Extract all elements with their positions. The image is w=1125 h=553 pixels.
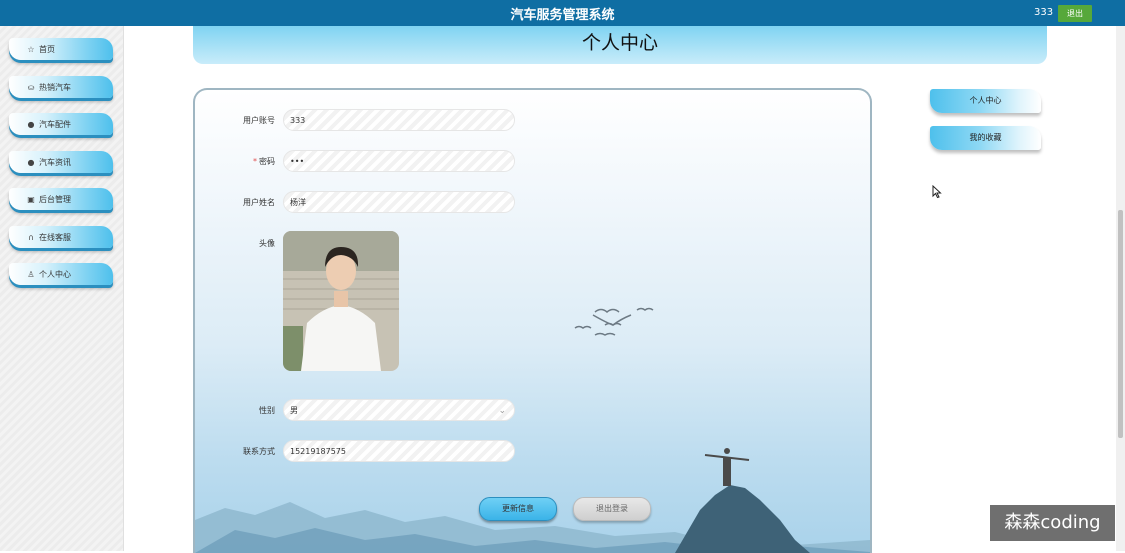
sidebar-item-label: 汽车配件 — [39, 119, 71, 129]
sidebar-item-home[interactable]: ☆ 首页 — [9, 38, 113, 60]
right-menu-profile[interactable]: 个人中心 — [930, 89, 1041, 113]
update-info-button[interactable]: 更新信息 — [479, 497, 557, 521]
phone-label: 联系方式 — [243, 447, 275, 456]
username-label: 用户账号 — [243, 116, 275, 125]
name-field[interactable]: 杨洋 — [283, 191, 515, 213]
sidebar — [0, 26, 124, 551]
sidebar-item-label: 在线客服 — [39, 232, 71, 242]
chevron-down-icon: ⌄ — [498, 406, 506, 416]
sidebar-item-label: 后台管理 — [39, 194, 71, 204]
sidebar-item-label: 个人中心 — [39, 269, 71, 279]
sidebar-item-profile[interactable]: ♙ 个人中心 — [9, 263, 113, 285]
top-bar: 汽车服务管理系统 333 退出 — [0, 0, 1125, 26]
sidebar-item-label: 热销汽车 — [39, 82, 71, 92]
name-label: 用户姓名 — [243, 198, 275, 207]
sidebar-item-parts[interactable]: ● 汽车配件 — [9, 113, 113, 135]
password-field[interactable]: ••• — [283, 150, 515, 172]
gender-value: 男 — [290, 406, 298, 415]
bag-icon: ⛀ — [27, 82, 35, 92]
required-mark: * — [253, 157, 257, 166]
username-field[interactable]: 333 — [283, 109, 515, 131]
sidebar-item-news[interactable]: ● 汽车资讯 — [9, 151, 113, 173]
sidebar-item-hot-cars[interactable]: ⛀ 热销汽车 — [9, 76, 113, 98]
info-icon: ● — [27, 119, 35, 129]
mouse-cursor-icon — [932, 185, 942, 199]
sidebar-item-admin[interactable]: ▣ 后台管理 — [9, 188, 113, 210]
password-label: * 密码 — [195, 156, 275, 167]
password-label-text: 密码 — [259, 157, 275, 166]
headset-icon: ∩ — [28, 232, 34, 242]
username-display: 333 — [1034, 7, 1054, 18]
app-title: 汽车服务管理系统 — [510, 8, 615, 23]
watermark: 森森coding — [990, 505, 1115, 541]
page-header-banner: 个人中心 — [193, 26, 1047, 64]
avatar-image — [283, 231, 399, 371]
logout-button[interactable]: 退出 — [1058, 5, 1092, 22]
sidebar-item-label: 首页 — [39, 44, 55, 54]
briefcase-icon: ▣ — [27, 194, 35, 204]
logout-account-button[interactable]: 退出登录 — [573, 497, 651, 521]
profile-form-panel: 用户账号 333 * 密码 ••• 用户姓名 杨洋 头像 性别 男 ⌄ 联系方式 … — [193, 88, 872, 553]
avatar-label: 头像 — [259, 239, 275, 248]
question-icon: ● — [27, 157, 35, 167]
sidebar-item-label: 汽车资讯 — [39, 157, 71, 167]
right-menu-favorites[interactable]: 我的收藏 — [930, 126, 1041, 150]
star-icon: ☆ — [27, 44, 35, 54]
sidebar-item-support[interactable]: ∩ 在线客服 — [9, 226, 113, 248]
scrollbar-thumb[interactable] — [1118, 210, 1123, 438]
user-icon: ♙ — [27, 269, 35, 279]
page-title: 个人中心 — [581, 32, 658, 54]
gender-label: 性别 — [259, 406, 275, 415]
gender-select[interactable]: 男 ⌄ — [283, 399, 515, 421]
phone-field[interactable]: 15219187575 — [283, 440, 515, 462]
avatar-upload[interactable] — [283, 231, 399, 371]
